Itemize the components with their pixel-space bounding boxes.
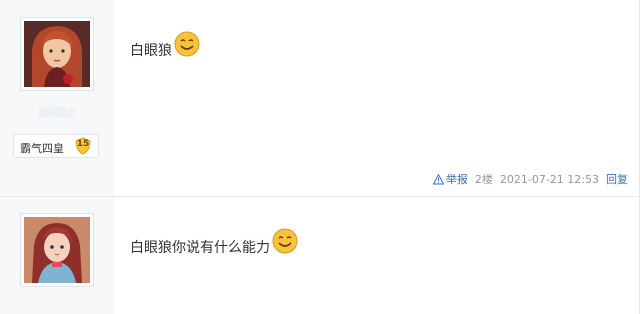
floor-number: 2楼 — [474, 173, 493, 186]
level-badge: 15 — [74, 137, 92, 155]
user-avatar[interactable] — [20, 213, 94, 287]
post-content: 白眼狼 — [130, 31, 200, 60]
post-floor-2: 霸气四皇 15 白眼狼 举报 2楼 2021-07-21 12:53 回复 — [0, 0, 640, 196]
warning-icon — [432, 173, 444, 184]
user-decoration-icon — [39, 105, 75, 118]
post-time: 2021-07-21 12:53 — [499, 172, 599, 186]
user-title-badge[interactable]: 霸气四皇 15 — [13, 134, 99, 158]
avatar-image — [24, 217, 90, 283]
user-avatar[interactable] — [20, 17, 94, 91]
report-link[interactable]: 举报 — [432, 171, 468, 187]
user-title: 霸气四皇 — [20, 142, 64, 155]
user-info-panel: 霸气四皇 15 — [0, 0, 114, 196]
post-meta: 举报 2楼 2021-07-21 12:53 回复 — [432, 171, 628, 187]
post-text: 白眼狼 — [130, 43, 172, 59]
avatar-image — [24, 21, 90, 87]
smiley-emoji-icon — [174, 31, 200, 57]
post-content: 白眼狼你说有什么能力 — [130, 228, 298, 257]
level-number: 15 — [76, 139, 90, 149]
post-floor-3: 白眼狼你说有什么能力 — [0, 197, 640, 314]
post-text: 白眼狼你说有什么能力 — [130, 240, 270, 256]
smiley-emoji-icon — [272, 228, 298, 254]
user-info-panel — [0, 197, 114, 314]
reply-link[interactable]: 回复 — [606, 171, 628, 187]
